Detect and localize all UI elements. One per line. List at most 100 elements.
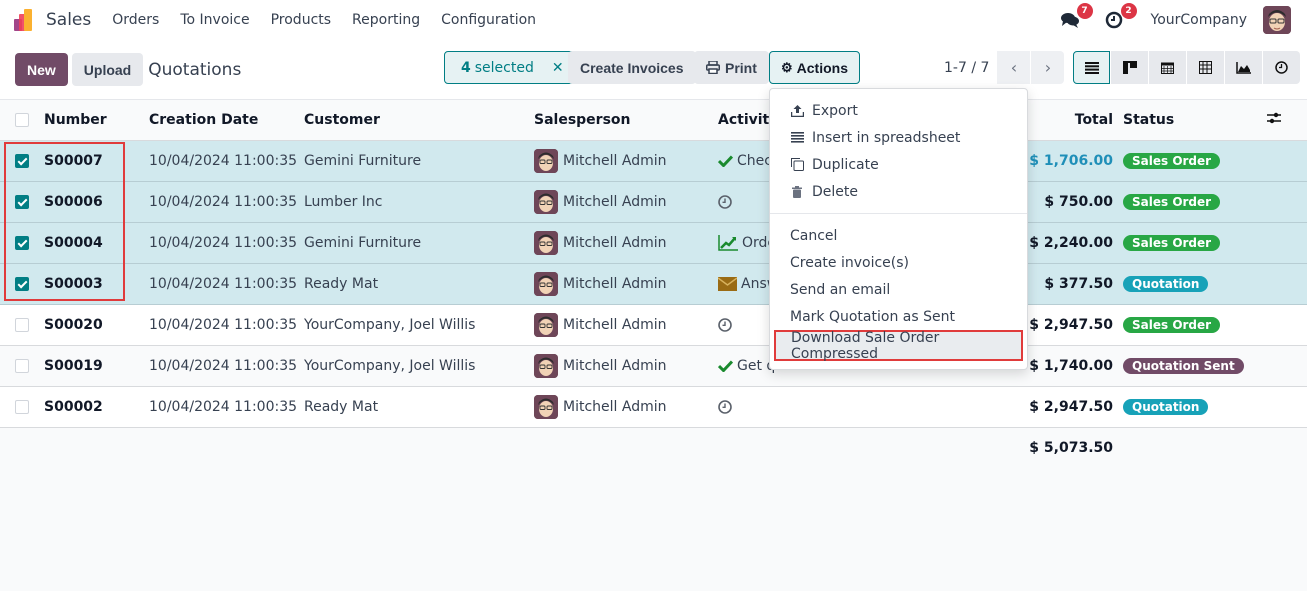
header-number[interactable]: Number xyxy=(44,100,149,141)
salesperson-name: Mitchell Admin xyxy=(563,398,667,415)
table-row[interactable]: S00007 10/04/2024 11:00:35 Gemini Furnitur… xyxy=(0,140,1307,182)
customer: Ready Mat xyxy=(304,263,534,305)
chart-icon[interactable] xyxy=(718,234,738,251)
salesperson-name: Mitchell Admin xyxy=(563,316,667,333)
row-end-cell xyxy=(1267,304,1307,346)
table-row[interactable]: S00004 10/04/2024 11:00:35 Gemini Furnitur… xyxy=(0,222,1307,264)
calendar-view-button[interactable] xyxy=(1149,51,1186,84)
salesperson-avatar[interactable] xyxy=(534,148,558,173)
table-row[interactable]: S00019 10/04/2024 11:00:35 YourCompany, Jo… xyxy=(0,345,1307,387)
menu-item-create-invoices[interactable]: Create invoice(s) xyxy=(770,249,1027,276)
row-checkbox[interactable] xyxy=(15,317,29,332)
row-checkbox[interactable] xyxy=(15,276,29,291)
customer: Lumber Inc xyxy=(304,181,534,223)
menu-orders[interactable]: Orders xyxy=(112,12,159,28)
row-checkbox[interactable] xyxy=(15,399,29,414)
salesperson-avatar[interactable] xyxy=(534,394,558,419)
app-name[interactable]: Sales xyxy=(46,10,91,30)
menu-configuration[interactable]: Configuration xyxy=(441,12,536,28)
table-row[interactable]: S00003 10/04/2024 11:00:35 Ready Mat Mitche… xyxy=(0,263,1307,305)
table-row[interactable]: S00002 10/04/2024 11:00:35 Ready Mat Mitche… xyxy=(0,386,1307,428)
clock-icon[interactable] xyxy=(718,194,732,209)
upload-button[interactable]: Upload xyxy=(71,53,144,86)
order-total: $ 2,947.50 xyxy=(1028,386,1123,428)
graph-view-button[interactable] xyxy=(1225,51,1262,84)
menu-item-mark-quotation-sent[interactable]: Mark Quotation as Sent xyxy=(770,303,1027,330)
clock-icon[interactable] xyxy=(718,317,732,332)
totals-row: $ 5,073.50 xyxy=(0,427,1307,468)
quotations-table: Number Creation Date Customer Salesperso… xyxy=(0,100,1307,468)
pager-next-chevron-right-icon[interactable]: › xyxy=(1031,51,1065,84)
new-button[interactable]: New xyxy=(15,53,68,86)
create-invoices-button[interactable]: Create Invoices xyxy=(568,51,696,84)
column-settings-sliders-icon[interactable] xyxy=(1267,112,1281,124)
order-number: S00006 xyxy=(44,181,149,223)
messages-badge: 7 xyxy=(1076,3,1093,19)
clock-icon[interactable] xyxy=(718,399,732,414)
header-creation-date[interactable]: Creation Date xyxy=(149,100,304,141)
row-checkbox[interactable] xyxy=(15,194,29,209)
table-row[interactable]: S00006 10/04/2024 11:00:35 Lumber Inc Mitch… xyxy=(0,181,1307,223)
menu-reporting[interactable]: Reporting xyxy=(352,12,420,28)
check-icon[interactable] xyxy=(718,359,733,372)
salesperson-avatar[interactable] xyxy=(534,312,558,337)
menu-products[interactable]: Products xyxy=(271,12,331,28)
actions-button[interactable]: ⚙ Actions xyxy=(769,51,860,84)
activity-view-button[interactable] xyxy=(1263,51,1300,84)
header-status[interactable]: Status xyxy=(1123,100,1267,141)
menu-item-download-sale-order-compressed[interactable]: Download Sale Order Compressed xyxy=(774,330,1023,362)
table-row[interactable]: S00020 10/04/2024 11:00:35 YourCompany, Jo… xyxy=(0,304,1307,346)
salesperson-avatar[interactable] xyxy=(534,189,558,214)
pivot-table-icon xyxy=(1199,61,1212,74)
customer: Gemini Furniture xyxy=(304,222,534,264)
menu-to-invoice[interactable]: To Invoice xyxy=(180,12,249,28)
row-select-cell xyxy=(0,263,44,305)
unselect-all-close-icon[interactable]: ✕ xyxy=(552,60,564,76)
row-select-cell xyxy=(0,140,44,182)
user-avatar[interactable] xyxy=(1263,6,1291,34)
actions-dropdown-menu: Export Insert in spreadsheet Duplicate D… xyxy=(769,88,1028,370)
menu-item-cancel[interactable]: Cancel xyxy=(770,222,1027,249)
salesperson-avatar[interactable] xyxy=(534,230,558,255)
pager-value[interactable]: 1-7 / 7 xyxy=(944,60,989,76)
envelope-icon[interactable] xyxy=(718,276,737,291)
print-label: Print xyxy=(725,59,757,76)
company-switcher[interactable]: YourCompany xyxy=(1151,12,1248,28)
header-salesperson[interactable]: Salesperson xyxy=(534,100,718,141)
row-checkbox[interactable] xyxy=(15,358,29,373)
activities-button[interactable]: 2 xyxy=(1103,3,1137,31)
status-badge: Quotation Sent xyxy=(1123,357,1244,374)
pivot-view-button[interactable] xyxy=(1187,51,1224,84)
clock-icon xyxy=(1275,61,1288,74)
list-view-button[interactable] xyxy=(1073,51,1110,84)
kanban-view-button[interactable] xyxy=(1111,51,1148,84)
messages-button[interactable]: 7 xyxy=(1059,3,1093,31)
activity-cell xyxy=(718,386,1028,428)
header-customer[interactable]: Customer xyxy=(304,100,534,141)
row-end-cell xyxy=(1267,386,1307,428)
select-all-checkbox[interactable] xyxy=(15,112,29,127)
status-cell: Sales Order xyxy=(1123,304,1267,346)
salesperson-avatar[interactable] xyxy=(534,353,558,378)
salesperson-cell: Mitchell Admin xyxy=(534,386,718,428)
menu-item-export[interactable]: Export xyxy=(770,97,1027,124)
totals-end xyxy=(1123,427,1307,468)
optional-columns-cell xyxy=(1267,100,1307,141)
print-button[interactable]: Print xyxy=(694,51,769,84)
menu-item-insert-spreadsheet[interactable]: Insert in spreadsheet xyxy=(770,124,1027,151)
row-checkbox[interactable] xyxy=(15,235,29,250)
salesperson-avatar[interactable] xyxy=(534,271,558,296)
list-icon xyxy=(790,132,804,143)
header-total[interactable]: Total xyxy=(1028,100,1123,141)
top-navbar: Sales Orders To Invoice Products Reporti… xyxy=(0,0,1307,40)
row-select-cell xyxy=(0,345,44,387)
pager-previous-chevron-left-icon[interactable]: ‹ xyxy=(997,51,1031,84)
sales-app-logo-icon[interactable] xyxy=(14,9,36,31)
order-number: S00019 xyxy=(44,345,149,387)
menu-item-delete[interactable]: Delete xyxy=(770,178,1027,205)
menu-item-duplicate[interactable]: Duplicate xyxy=(770,151,1027,178)
menu-item-send-email[interactable]: Send an email xyxy=(770,276,1027,303)
salesperson-name: Mitchell Admin xyxy=(563,193,667,210)
row-checkbox[interactable] xyxy=(15,153,29,168)
check-icon[interactable] xyxy=(718,154,733,167)
